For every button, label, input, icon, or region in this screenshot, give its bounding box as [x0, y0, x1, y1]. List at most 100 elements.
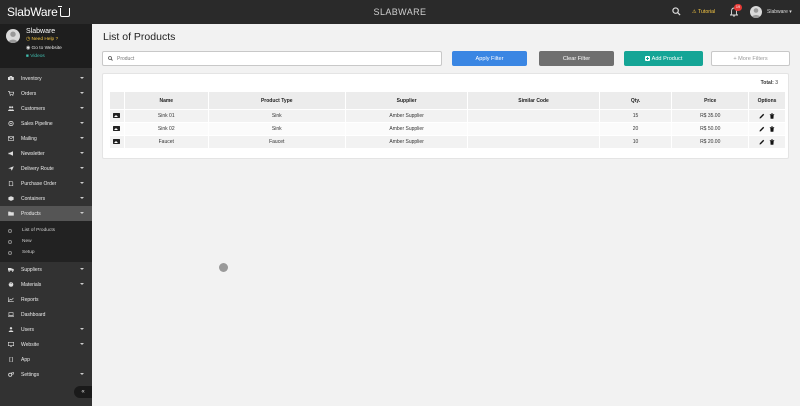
chevron-down-icon — [80, 197, 84, 199]
image-cell[interactable] — [110, 123, 124, 135]
submenu-item-setup[interactable]: Setup — [8, 247, 92, 258]
trash-icon[interactable] — [769, 126, 775, 132]
table-row[interactable]: Faucet Faucet Amber Supplier 10 R$ 20.00 — [110, 136, 785, 148]
mail-icon — [8, 136, 15, 141]
more-filters-button[interactable]: + More Filters — [711, 51, 790, 66]
image-cell[interactable] — [110, 136, 124, 148]
products-table: Name Product Type Supplier Similar Code … — [109, 91, 786, 149]
chevron-down-icon — [80, 373, 84, 375]
sidebar-item-label: Mailing — [21, 135, 37, 142]
mobile-icon — [8, 356, 14, 363]
price-cell: R$ 20.00 — [672, 136, 749, 148]
sidebar-item-label: Containers — [21, 195, 46, 202]
sidebar: Slabware ◷ Need Help ? ◉ Go to Website ■… — [0, 24, 92, 406]
help-icon: ◷ — [26, 37, 31, 42]
user-avatar[interactable] — [750, 6, 762, 18]
column-header-name[interactable]: Name — [124, 92, 208, 109]
chevron-down-icon: ▾ — [789, 9, 792, 15]
type-cell: Faucet — [208, 136, 345, 148]
user-menu[interactable]: Slabware ▾ — [767, 9, 792, 15]
send-icon — [8, 166, 14, 171]
price-cell: R$ 50.00 — [672, 123, 749, 135]
go-to-website-link[interactable]: ◉ Go to Website — [26, 46, 62, 51]
mouse-cursor — [219, 263, 228, 272]
videos-label: Videos — [30, 54, 45, 59]
search-icon — [108, 56, 113, 61]
table-row[interactable]: Sink 02 Sink Amber Supplier 20 R$ 50.00 — [110, 123, 785, 135]
qty-cell: 15 — [599, 110, 672, 122]
chevron-down-icon — [80, 167, 84, 169]
supplier-cell: Amber Supplier — [345, 136, 468, 148]
name-cell: Sink 02 — [124, 123, 208, 135]
sidebar-item-orders[interactable]: Orders — [0, 86, 92, 101]
sidebar-item-label: Materials — [21, 281, 42, 288]
clear-filter-button[interactable]: Clear Filter — [539, 51, 614, 66]
qty-cell: 10 — [599, 136, 672, 148]
sidebar-item-users[interactable]: Users — [0, 322, 92, 337]
trash-icon[interactable] — [769, 139, 775, 145]
trash-icon[interactable] — [769, 113, 775, 119]
pencil-icon[interactable] — [759, 126, 765, 132]
sidebar-item-label: Reports — [21, 296, 39, 303]
sidebar-item-dashboard[interactable]: Dashboard — [0, 307, 92, 322]
chevron-down-icon — [80, 283, 84, 285]
sidebar-item-label: App — [21, 356, 30, 363]
pencil-icon[interactable] — [759, 113, 765, 119]
column-header-supplier[interactable]: Supplier — [345, 92, 468, 109]
similar-code-cell — [468, 123, 599, 135]
sidebar-item-label: Purchase Order — [21, 180, 57, 187]
apply-filter-button[interactable]: Apply Filter — [452, 51, 527, 66]
column-header-product-type[interactable]: Product Type — [208, 92, 345, 109]
product-search[interactable] — [102, 51, 442, 66]
sidebar-item-sales-pipeline[interactable]: Sales Pipeline — [0, 116, 92, 131]
collapse-sidebar-button[interactable]: « — [74, 386, 92, 398]
image-icon[interactable] — [113, 138, 121, 144]
sidebar-item-settings[interactable]: Settings — [0, 367, 92, 382]
laptop-icon — [8, 312, 14, 317]
search-icon[interactable] — [672, 7, 681, 16]
image-cell[interactable] — [110, 110, 124, 122]
main-content: List of Products Apply Filter Clear Filt… — [92, 24, 800, 406]
chevron-down-icon — [80, 92, 84, 94]
sidebar-item-app[interactable]: App — [0, 352, 92, 367]
submenu-item-list-of-products[interactable]: List of Products — [8, 225, 92, 236]
sidebar-item-customers[interactable]: Customers — [0, 101, 92, 116]
sidebar-item-website[interactable]: Website — [0, 337, 92, 352]
column-header-options: Options — [749, 92, 785, 109]
pencil-icon[interactable] — [759, 139, 765, 145]
name-cell: Faucet — [124, 136, 208, 148]
sidebar-item-label: Website — [21, 341, 39, 348]
chevron-down-icon — [80, 182, 84, 184]
sidebar-item-label: Newsletter — [21, 150, 45, 157]
column-header-similar-code[interactable]: Similar Code — [468, 92, 599, 109]
sidebar-item-mailing[interactable]: Mailing — [0, 131, 92, 146]
sidebar-item-products[interactable]: Products — [0, 206, 92, 221]
image-icon[interactable] — [113, 125, 121, 131]
sidebar-item-containers[interactable]: Containers — [0, 191, 92, 206]
submenu-item-new[interactable]: New — [8, 236, 92, 247]
table-row[interactable]: Sink 01 Sink Amber Supplier 15 R$ 35.00 — [110, 110, 785, 122]
sidebar-item-inventory[interactable]: Inventory — [0, 71, 92, 86]
sidebar-item-newsletter[interactable]: Newsletter — [0, 146, 92, 161]
sidebar-item-suppliers[interactable]: Suppliers — [0, 262, 92, 277]
monitor-icon — [8, 342, 15, 347]
plus-icon — [644, 56, 650, 61]
chevron-down-icon — [80, 152, 84, 154]
videos-link[interactable]: ■ Videos — [26, 54, 45, 59]
search-input[interactable] — [117, 55, 417, 62]
sidebar-item-label: Dashboard — [21, 311, 46, 318]
tutorial-link[interactable]: ⚠ Tutorial — [692, 9, 715, 15]
sidebar-item-materials[interactable]: Materials — [0, 277, 92, 292]
sidebar-item-purchase-order[interactable]: Purchase Order — [0, 176, 92, 191]
column-header-price[interactable]: Price — [672, 92, 749, 109]
sidebar-item-label: Products — [21, 210, 41, 217]
gears-icon — [8, 371, 14, 377]
add-product-button[interactable]: Add Product — [624, 51, 703, 66]
sidebar-item-reports[interactable]: Reports — [0, 292, 92, 307]
column-header-qty[interactable]: Qty. — [599, 92, 672, 109]
sidebar-item-delivery-route[interactable]: Delivery Route — [0, 161, 92, 176]
image-icon[interactable] — [113, 112, 121, 118]
chevron-down-icon — [80, 343, 84, 345]
user-icon — [8, 327, 14, 332]
need-help-link[interactable]: ◷ Need Help ? — [26, 37, 58, 42]
